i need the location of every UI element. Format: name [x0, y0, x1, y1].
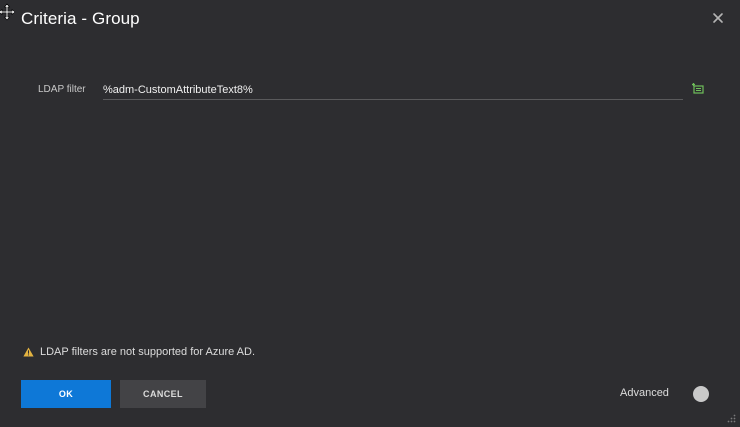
close-icon[interactable] [711, 11, 725, 25]
ldap-filter-input[interactable] [103, 81, 683, 100]
warning-icon [23, 347, 34, 357]
ldap-filter-row: LDAP filter [0, 78, 740, 102]
dialog-title: Criteria - Group [21, 9, 140, 28]
move-icon[interactable] [0, 3, 14, 21]
resize-grip-icon[interactable] [727, 414, 736, 423]
ldap-filter-label: LDAP filter [38, 84, 86, 95]
ok-button[interactable]: OK [21, 380, 111, 408]
advanced-toggle[interactable] [693, 386, 709, 402]
criteria-dialog: Criteria - Group LDAP filter LDAP filter… [0, 0, 740, 427]
warning-text: LDAP filters are not supported for Azure… [40, 346, 256, 358]
advanced-label: Advanced [620, 387, 669, 399]
azure-warning: LDAP filters are not supported for Azure… [23, 344, 255, 360]
cancel-button[interactable]: CANCEL [120, 380, 206, 408]
insert-variable-icon[interactable] [691, 82, 705, 95]
